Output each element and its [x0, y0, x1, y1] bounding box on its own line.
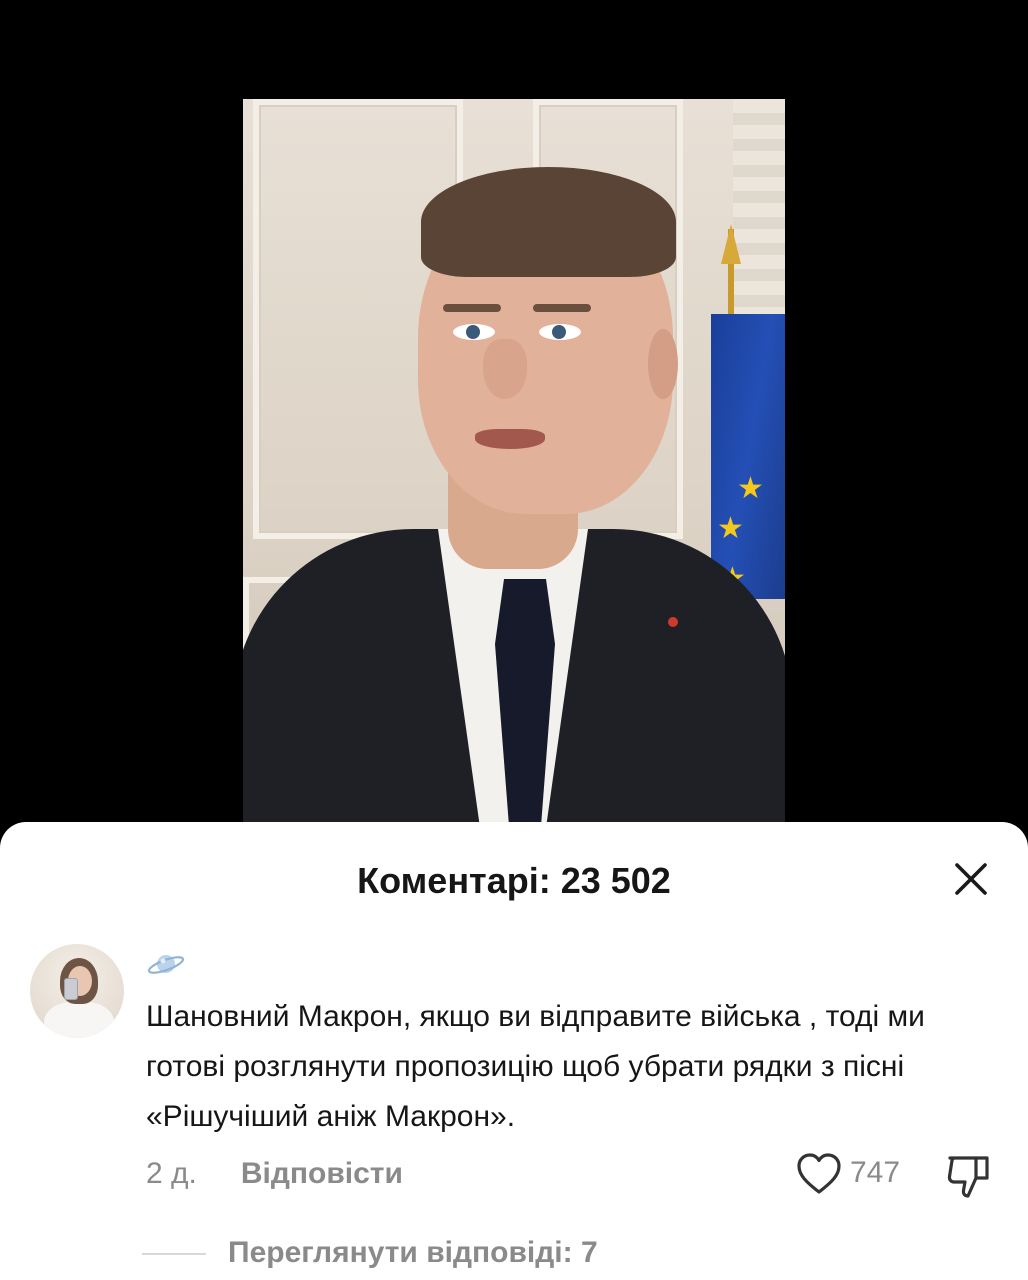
person-eye	[539, 324, 581, 340]
ringed-planet-icon[interactable]	[146, 944, 186, 984]
thumbs-down-icon[interactable]	[944, 1152, 994, 1200]
comment-item: Шановний Макрон, якщо ви відправите війс…	[0, 940, 1028, 1280]
person-eye	[453, 324, 495, 340]
person-mouth	[475, 429, 545, 449]
close-icon	[955, 863, 987, 895]
flag-star-icon: ★	[737, 472, 764, 505]
close-button[interactable]	[946, 854, 996, 904]
person-eyebrow	[533, 304, 591, 312]
comments-title: Коментарі: 23 502	[357, 860, 671, 901]
avatar[interactable]	[30, 944, 124, 1038]
flag-star-icon: ★	[717, 512, 744, 545]
reply-button[interactable]: Відповісти	[241, 1157, 403, 1191]
person-ear	[648, 329, 678, 399]
video-player[interactable]: ★ ★ ★	[0, 0, 1028, 830]
eu-flag: ★ ★ ★	[711, 314, 785, 599]
heart-icon[interactable]	[796, 1152, 842, 1196]
comment-time: 2 д.	[146, 1157, 197, 1190]
comment-text: Шановний Макрон, якщо ви відправите війс…	[146, 1000, 925, 1133]
comment-meta: 2 д. Відповісти	[146, 1154, 403, 1194]
phone-icon	[64, 978, 78, 1000]
person-nose	[483, 339, 527, 399]
comments-sheet: Коментарі: 23 502 Шановний Макрон, якщо …	[0, 822, 1028, 1280]
lapel-pin	[668, 617, 678, 627]
person-hair	[421, 167, 676, 277]
video-frame[interactable]: ★ ★ ★	[243, 99, 785, 830]
like-count: 747	[850, 1156, 901, 1189]
view-replies-button[interactable]: Переглянути відповіді: 7	[228, 1236, 598, 1270]
flagpole-tip	[721, 224, 741, 264]
replies-divider	[142, 1253, 206, 1255]
person-eyebrow	[443, 304, 501, 312]
